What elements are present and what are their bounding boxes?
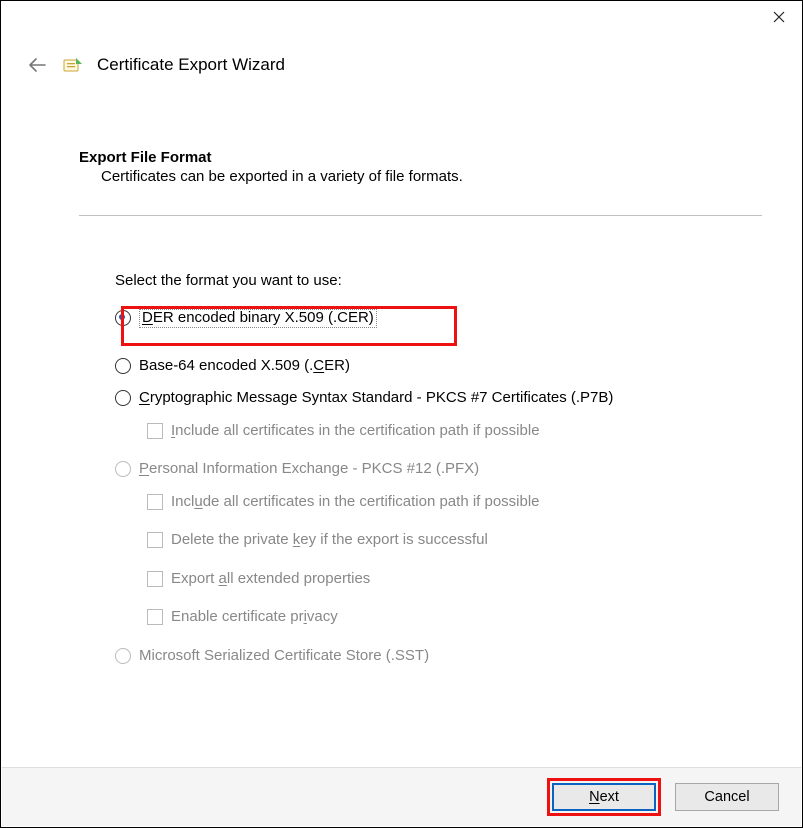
option-pfx-label: Personal Information Exchange - PKCS #12… — [139, 461, 479, 478]
radio-icon — [115, 648, 131, 664]
option-base64-label: Base-64 encoded X.509 (.CER) — [139, 358, 350, 375]
option-pfx-delete: Delete the private key if the export is … — [115, 532, 762, 549]
section-subtitle: Certificates can be exported in a variet… — [79, 168, 762, 185]
titlebar — [1, 1, 802, 47]
back-arrow-icon — [28, 58, 46, 72]
option-pkcs7-include-label: Include all certificates in the certific… — [171, 423, 540, 440]
option-der-label: DER encoded binary X.509 (.CER) — [139, 309, 377, 328]
certificate-icon — [61, 53, 85, 77]
section-title: Export File Format — [79, 149, 762, 166]
format-options: DER encoded binary X.509 (.CER) Base-64 … — [79, 309, 762, 664]
option-pfx-privacy-label: Enable certificate privacy — [171, 609, 338, 626]
option-pfx-extended: Export all extended properties — [115, 571, 762, 588]
option-base64[interactable]: Base-64 encoded X.509 (.CER) — [115, 358, 762, 375]
checkbox-icon — [147, 423, 163, 439]
footer: Next Cancel — [2, 767, 801, 826]
option-pkcs7[interactable]: Cryptographic Message Syntax Standard - … — [115, 390, 762, 407]
annotation-highlight-next: Next — [547, 778, 661, 816]
radio-icon — [115, 358, 131, 374]
format-prompt: Select the format you want to use: — [79, 272, 762, 289]
back-button[interactable] — [25, 58, 49, 72]
option-pfx-extended-label: Export all extended properties — [171, 571, 370, 588]
option-pfx-include: Include all certificates in the certific… — [115, 494, 762, 511]
option-pfx-delete-label: Delete the private key if the export is … — [171, 532, 488, 549]
radio-icon — [115, 310, 131, 326]
checkbox-icon — [147, 609, 163, 625]
radio-icon — [115, 461, 131, 477]
checkbox-icon — [147, 571, 163, 587]
option-sst-label: Microsoft Serialized Certificate Store (… — [139, 648, 429, 665]
wizard-title: Certificate Export Wizard — [97, 55, 285, 75]
content-area: Export File Format Certificates can be e… — [1, 77, 802, 664]
checkbox-icon — [147, 532, 163, 548]
option-pfx-privacy: Enable certificate privacy — [115, 609, 762, 626]
radio-icon — [115, 390, 131, 406]
option-sst: Microsoft Serialized Certificate Store (… — [115, 648, 762, 665]
cancel-button[interactable]: Cancel — [675, 783, 779, 811]
divider — [79, 215, 762, 216]
checkbox-icon — [147, 494, 163, 510]
option-der[interactable]: DER encoded binary X.509 (.CER) — [115, 309, 762, 328]
wizard-header: Certificate Export Wizard — [1, 53, 802, 77]
option-pkcs7-include: Include all certificates in the certific… — [115, 423, 762, 440]
close-icon — [773, 11, 785, 23]
next-button[interactable]: Next — [552, 783, 656, 811]
option-pfx-include-label: Include all certificates in the certific… — [171, 494, 540, 511]
option-pkcs7-label: Cryptographic Message Syntax Standard - … — [139, 390, 613, 407]
close-button[interactable] — [756, 1, 802, 33]
option-pfx: Personal Information Exchange - PKCS #12… — [115, 461, 762, 478]
